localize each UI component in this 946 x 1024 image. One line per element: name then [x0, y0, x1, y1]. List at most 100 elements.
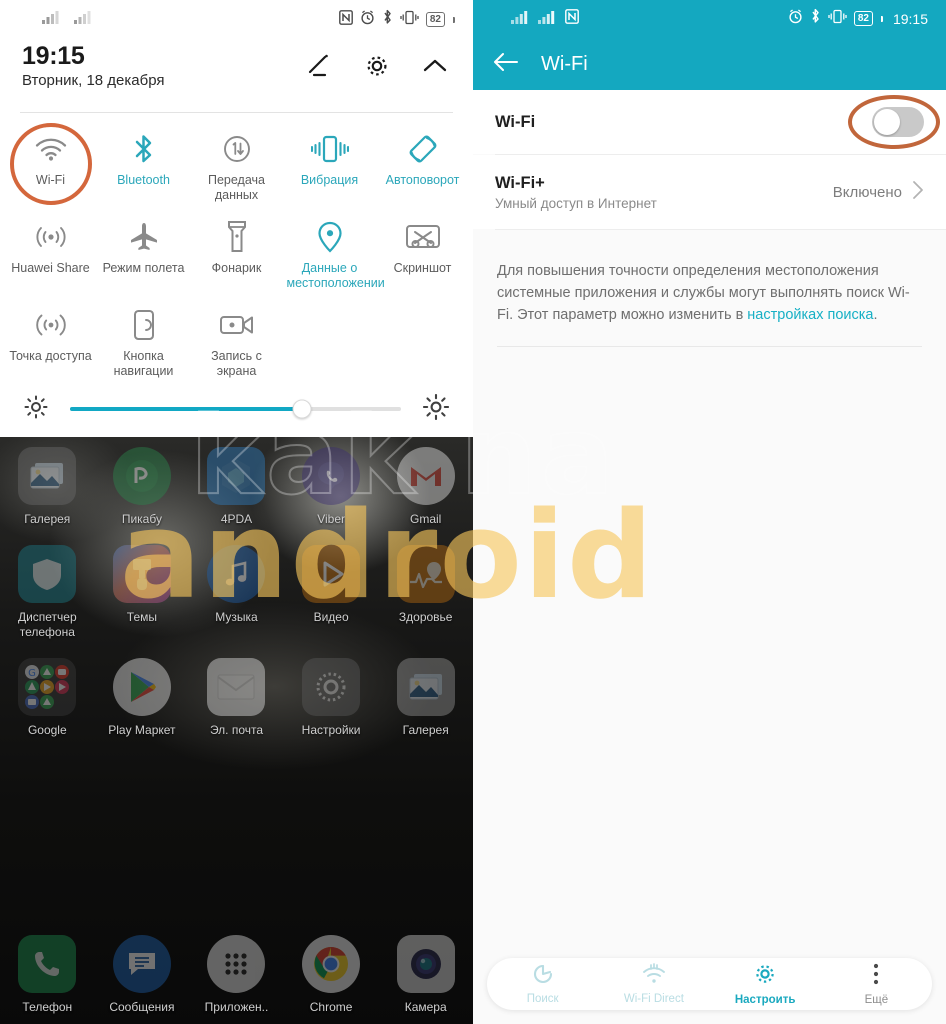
dock-item-phone[interactable]: Телефон: [0, 935, 95, 1015]
bluetooth-icon: [810, 8, 821, 29]
app-icon-gallery-2[interactable]: Галерея: [378, 658, 473, 738]
app-icon-music[interactable]: Музыка: [189, 545, 284, 640]
nfc-icon: [338, 9, 353, 30]
home-dock: Телефон Сообщения Приложен.. Chrome Каме…: [0, 935, 473, 1015]
app-icon-settings[interactable]: Настройки: [284, 658, 379, 738]
chevron-right-icon: [912, 180, 924, 205]
app-icon-pikabu[interactable]: Пикабу: [95, 447, 190, 527]
app-label: 4PDA: [220, 512, 253, 526]
app-icon-email[interactable]: Эл. почта: [189, 658, 284, 738]
quick-toggle-autorotate[interactable]: Автоповорот: [376, 121, 469, 207]
search-settings-link[interactable]: настройках поиска: [747, 307, 873, 323]
quick-toggle-screen-record[interactable]: Запись с экрана: [190, 297, 283, 383]
music-icon: [207, 545, 266, 603]
bluetooth-icon: [382, 9, 393, 30]
row-wifi-toggle[interactable]: Wi-Fi: [473, 90, 946, 154]
bottom-action-wifi-direct[interactable]: Wi-Fi Direct: [598, 963, 709, 1005]
left-status-bar: 82: [0, 0, 473, 38]
row-title: Wi-Fi+: [495, 173, 545, 192]
status-icons-group: 82: [338, 9, 455, 30]
app-label: Галерея: [402, 723, 449, 737]
quick-toggle-wifi[interactable]: Wi-Fi: [4, 121, 97, 207]
quick-toggle-airplane[interactable]: Режим полета: [97, 209, 190, 295]
video-icon: [302, 545, 361, 603]
app-icon-themes[interactable]: Темы: [95, 545, 190, 640]
quick-toggle-flashlight[interactable]: Фонарик: [190, 209, 283, 295]
app-label: Музыка: [215, 610, 258, 624]
wifi-direct-icon: [641, 963, 667, 990]
app-label: Play Маркет: [108, 723, 176, 737]
svg-text:G: G: [28, 668, 36, 679]
app-icon-gmail[interactable]: Gmail: [378, 447, 473, 527]
battery-level-badge: 82: [425, 12, 445, 27]
app-label: Gmail: [410, 512, 442, 526]
quick-toggle-label: Передача данных: [207, 173, 265, 202]
bottom-action-bar: Поиск Wi-Fi Direct Настроить Ещё: [487, 958, 932, 1010]
quick-toggle-vibration[interactable]: Вибрация: [283, 121, 376, 207]
gear-icon[interactable]: [363, 52, 391, 80]
quick-toggle-label: Фонарик: [211, 261, 262, 275]
row-text-group: Wi-Fi+ Умный доступ в Интернет: [495, 174, 657, 211]
signal-bars-sim1-icon: [42, 10, 60, 29]
row-description: Умный доступ в Интернет: [495, 195, 657, 211]
app-label: Телефон: [22, 1000, 73, 1014]
chrome-icon: [302, 935, 361, 993]
row-wifi-plus[interactable]: Wi-Fi+ Умный доступ в Интернет Включено: [473, 155, 946, 229]
status-signal-group: [42, 10, 92, 29]
dock-item-camera[interactable]: Камера: [378, 935, 473, 1015]
quick-toggle-mobile-data[interactable]: Передача данных: [190, 121, 283, 207]
quick-toggle-nav-button[interactable]: Кнопка навигации: [97, 297, 190, 383]
app-icon-phone-manager[interactable]: Диспетчер телефона: [0, 545, 95, 640]
quick-toggle-label: Wi-Fi: [35, 173, 66, 187]
nfc-icon: [565, 9, 579, 29]
wifi-toggle-switch[interactable]: [872, 107, 924, 137]
quick-toggle-bluetooth[interactable]: Bluetooth: [97, 121, 190, 207]
home-screen: Галерея Пикабу 4PDA Viber Gmail Диспетче…: [0, 437, 473, 1024]
screenshot-root: 82 19:15 Вторник, 18 декабря Wi-Fi Bluet…: [0, 0, 946, 1024]
bottom-action-scan[interactable]: Поиск: [487, 963, 598, 1005]
quick-toggle-label: Режим полета: [102, 261, 185, 275]
brightness-track[interactable]: [70, 399, 401, 419]
phone-icon: [18, 935, 77, 993]
clock-header: 19:15 Вторник, 18 декабря: [0, 38, 473, 106]
alarm-icon: [360, 9, 375, 30]
quick-toggle-screenshot[interactable]: Скриншот: [376, 209, 469, 295]
collapse-chevron-icon[interactable]: [421, 52, 449, 80]
vibrate-icon: [400, 10, 419, 30]
app-icon-play-store[interactable]: Play Маркет: [95, 658, 190, 738]
app-icon-gallery[interactable]: Галерея: [0, 447, 95, 527]
app-icon-viber[interactable]: Viber: [284, 447, 379, 527]
back-arrow-icon[interactable]: [493, 51, 519, 78]
brightness-knob[interactable]: [292, 399, 312, 419]
app-icon-4pda[interactable]: 4PDA: [189, 447, 284, 527]
row-title: Wi-Fi: [495, 112, 536, 131]
quick-toggle-label: Автоповорот: [385, 173, 460, 187]
themes-icon: [112, 545, 171, 603]
edit-icon[interactable]: [305, 52, 333, 80]
app-label: Настройки: [301, 723, 361, 737]
bottom-action-label: Ещё: [864, 994, 889, 1006]
vibrate-icon: [310, 131, 349, 167]
huawei-share-icon: [34, 219, 68, 255]
google-folder-icon: G: [18, 658, 77, 716]
bottom-action-label: Поиск: [526, 993, 559, 1005]
bottom-action-more[interactable]: Ещё: [821, 962, 932, 1006]
dock-item-app-drawer[interactable]: Приложен..: [189, 935, 284, 1015]
airplane-icon: [128, 219, 160, 255]
app-grid: Галерея Пикабу 4PDA Viber Gmail Диспетче…: [0, 447, 473, 738]
quick-toggle-label: Скриншот: [393, 261, 452, 275]
dock-item-chrome[interactable]: Chrome: [284, 935, 379, 1015]
dock-item-messages[interactable]: Сообщения: [95, 935, 190, 1015]
quick-toggle-huawei-share[interactable]: Huawei Share: [4, 209, 97, 295]
clock-actions: [305, 42, 455, 80]
quick-toggle-location[interactable]: Данные о местоположении: [283, 209, 385, 295]
email-icon: [207, 658, 266, 716]
mobile-data-icon: [221, 131, 253, 167]
quick-toggle-label: Вибрация: [300, 173, 359, 187]
bottom-action-configure[interactable]: Настроить: [710, 962, 821, 1006]
app-icon-health[interactable]: Здоровье: [378, 545, 473, 640]
quick-toggle-hotspot[interactable]: Точка доступа: [4, 297, 97, 383]
gallery-icon: [18, 447, 77, 505]
app-folder-google[interactable]: G Google: [0, 658, 95, 738]
app-icon-video[interactable]: Видео: [284, 545, 379, 640]
